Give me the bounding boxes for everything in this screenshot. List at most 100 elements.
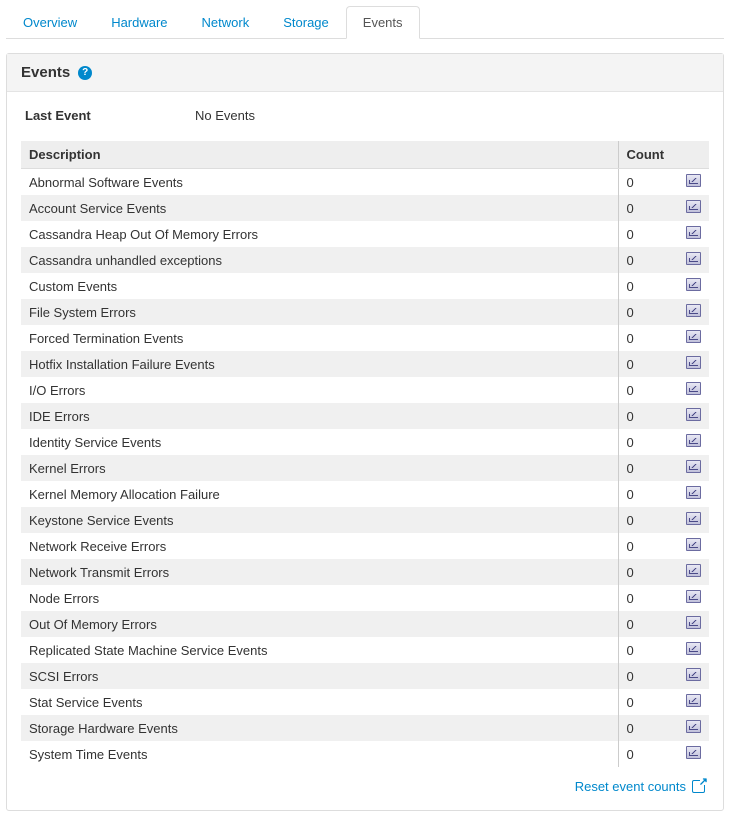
table-row: Custom Events0 [21,273,709,299]
event-description: Cassandra unhandled exceptions [21,247,618,273]
event-action-cell [678,429,709,455]
event-action-cell [678,377,709,403]
chart-icon[interactable] [686,642,701,655]
event-action-cell [678,585,709,611]
event-count: 0 [618,611,678,637]
chart-icon[interactable] [686,590,701,603]
chart-icon[interactable] [686,226,701,239]
table-header-row: Description Count [21,141,709,169]
event-count: 0 [618,195,678,221]
chart-icon[interactable] [686,252,701,265]
event-count: 0 [618,585,678,611]
event-count: 0 [618,299,678,325]
tab-bar: OverviewHardwareNetworkStorageEvents [6,6,724,39]
table-row: Network Receive Errors0 [21,533,709,559]
event-description: Account Service Events [21,195,618,221]
tab-storage[interactable]: Storage [266,6,346,39]
event-description: File System Errors [21,299,618,325]
reset-event-counts-link[interactable]: Reset event counts [575,779,705,794]
col-description: Description [21,141,618,169]
event-count: 0 [618,429,678,455]
table-row: Abnormal Software Events0 [21,169,709,196]
events-table: Description Count Abnormal Software Even… [21,141,709,767]
chart-icon[interactable] [686,720,701,733]
table-row: IDE Errors0 [21,403,709,429]
tab-overview[interactable]: Overview [6,6,94,39]
table-row: Replicated State Machine Service Events0 [21,637,709,663]
chart-icon[interactable] [686,408,701,421]
table-row: Storage Hardware Events0 [21,715,709,741]
event-description: Keystone Service Events [21,507,618,533]
panel-header: Events ? [7,54,723,92]
table-row: Network Transmit Errors0 [21,559,709,585]
event-count: 0 [618,689,678,715]
event-action-cell [678,507,709,533]
chart-icon[interactable] [686,460,701,473]
table-row: Account Service Events0 [21,195,709,221]
event-action-cell [678,169,709,196]
table-row: Out Of Memory Errors0 [21,611,709,637]
event-count: 0 [618,169,678,196]
event-action-cell [678,611,709,637]
event-action-cell [678,481,709,507]
event-action-cell [678,663,709,689]
event-description: Network Transmit Errors [21,559,618,585]
chart-icon[interactable] [686,694,701,707]
event-action-cell [678,689,709,715]
last-event-label: Last Event [25,108,195,123]
event-action-cell [678,559,709,585]
event-description: Network Receive Errors [21,533,618,559]
tab-events[interactable]: Events [346,6,420,39]
event-action-cell [678,247,709,273]
reset-label: Reset event counts [575,779,686,794]
event-count: 0 [618,637,678,663]
event-action-cell [678,351,709,377]
last-event-row: Last Event No Events [21,106,709,125]
chart-icon[interactable] [686,616,701,629]
event-count: 0 [618,273,678,299]
chart-icon[interactable] [686,564,701,577]
event-description: Out Of Memory Errors [21,611,618,637]
panel-title: Events [21,64,70,81]
event-action-cell [678,403,709,429]
chart-icon[interactable] [686,278,701,291]
event-count: 0 [618,507,678,533]
events-panel: Events ? Last Event No Events Descriptio… [6,53,724,811]
event-action-cell [678,221,709,247]
chart-icon[interactable] [686,330,701,343]
table-row: Kernel Memory Allocation Failure0 [21,481,709,507]
table-row: File System Errors0 [21,299,709,325]
chart-icon[interactable] [686,434,701,447]
event-count: 0 [618,533,678,559]
event-description: Storage Hardware Events [21,715,618,741]
chart-icon[interactable] [686,512,701,525]
chart-icon[interactable] [686,356,701,369]
chart-icon[interactable] [686,486,701,499]
chart-icon[interactable] [686,668,701,681]
table-row: I/O Errors0 [21,377,709,403]
last-event-value: No Events [195,108,255,123]
event-count: 0 [618,403,678,429]
event-action-cell [678,637,709,663]
event-action-cell [678,715,709,741]
chart-icon[interactable] [686,200,701,213]
chart-icon[interactable] [686,538,701,551]
reset-row: Reset event counts [21,767,709,796]
chart-icon[interactable] [686,382,701,395]
chart-icon[interactable] [686,174,701,187]
chart-icon[interactable] [686,304,701,317]
table-row: SCSI Errors0 [21,663,709,689]
event-count: 0 [618,559,678,585]
tab-network[interactable]: Network [185,6,267,39]
event-description: Forced Termination Events [21,325,618,351]
event-count: 0 [618,741,678,767]
event-description: I/O Errors [21,377,618,403]
chart-icon[interactable] [686,746,701,759]
event-description: Kernel Memory Allocation Failure [21,481,618,507]
event-count: 0 [618,325,678,351]
event-description: Custom Events [21,273,618,299]
table-row: Node Errors0 [21,585,709,611]
event-description: SCSI Errors [21,663,618,689]
help-icon[interactable]: ? [78,66,92,80]
tab-hardware[interactable]: Hardware [94,6,184,39]
